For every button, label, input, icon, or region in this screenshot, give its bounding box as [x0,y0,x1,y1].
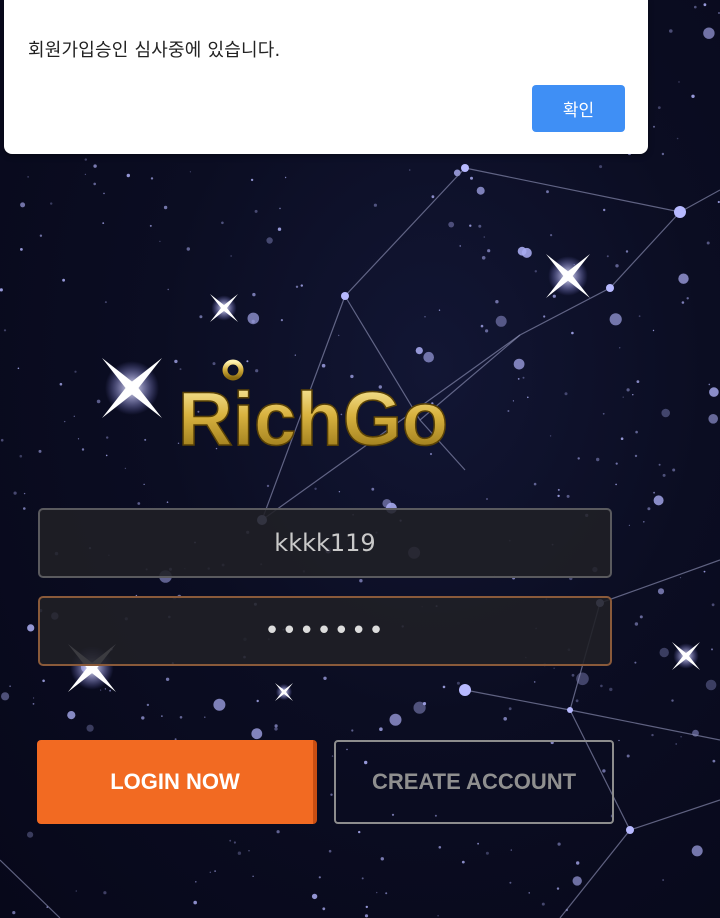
create-account-button[interactable]: CREATE ACCOUNT [334,740,614,824]
username-input[interactable] [38,508,612,578]
login-page: RichGo LOGIN NOW CREATE ACCOUNT 회원가입승인 심… [0,0,720,918]
login-now-button[interactable]: LOGIN NOW [37,740,317,824]
dialog-message: 회원가입승인 심사중에 있습니다. [28,40,281,61]
dialog-ok-button[interactable]: 확인 [532,85,625,132]
richgo-logo: RichGo [177,359,449,460]
alert-dialog: 회원가입승인 심사중에 있습니다. 확인 [4,0,648,154]
password-input[interactable] [38,596,612,666]
logo-wordmark: RichGo [178,377,448,460]
